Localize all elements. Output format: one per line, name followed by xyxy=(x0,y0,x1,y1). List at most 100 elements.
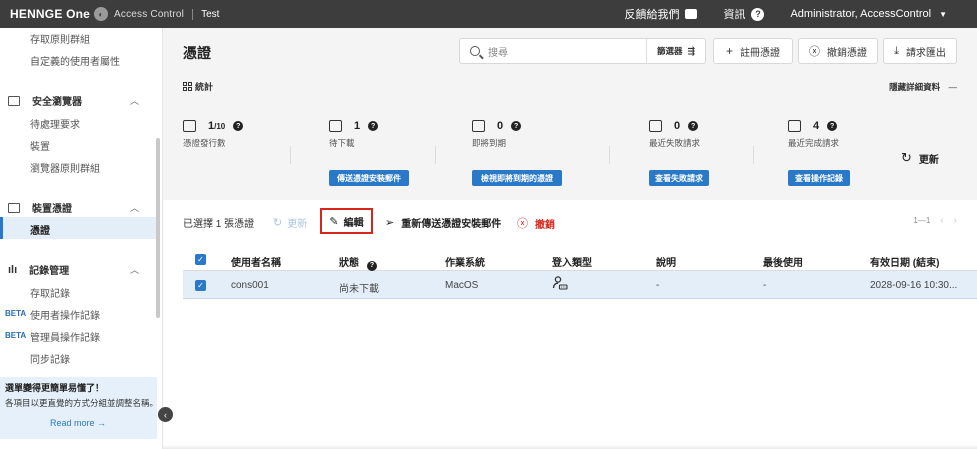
read-more-link[interactable]: Read more → xyxy=(50,418,152,428)
refresh-icon: ↻ xyxy=(273,217,283,229)
sidebar-item-custom-user-attributes[interactable]: 自定義的使用者屬性 xyxy=(30,53,120,68)
user-menu[interactable]: Administrator, AccessControl ▼ xyxy=(790,8,947,20)
sidebar-item-user-operation-logs[interactable]: 使用者操作記錄 xyxy=(30,307,100,322)
stat-expiring-soon: 0 ? 即將到期 檢視即將到期的憑證 xyxy=(472,120,612,186)
cell-status: 尚未下載 xyxy=(339,284,379,295)
stat-label: 最近失敗請求 xyxy=(649,138,701,148)
banner-title: 選單變得更簡單易懂了！ xyxy=(5,383,105,393)
chevron-up-icon: ︿ xyxy=(130,203,140,213)
help-icon[interactable]: ? xyxy=(511,121,522,131)
collapse-sidebar-button[interactable]: ‹ xyxy=(158,407,173,422)
row-checkbox[interactable]: ✓ xyxy=(195,280,206,291)
sidebar-item-pending-requests[interactable]: 待處理要求 xyxy=(30,116,80,131)
search-input[interactable]: 搜尋 篩選器 ⇶ xyxy=(459,38,706,64)
sidebar-item-admin-operation-logs[interactable]: 管理員操作記錄 xyxy=(30,329,100,344)
sidebar-item-devices[interactable]: 裝置 xyxy=(30,138,50,153)
sidebar-item-sync-logs[interactable]: 同步記錄 xyxy=(30,351,70,366)
table-header: ✓ 使用者名稱 狀態? 作業系統 登入類型 說明 最後使用 有效日期 (結束) xyxy=(183,247,977,271)
user-name: Administrator, AccessControl xyxy=(790,8,932,20)
column-status-label: 狀態 xyxy=(339,258,359,269)
column-expiry[interactable]: 有效日期 (結束) xyxy=(870,254,939,269)
download-certificate-icon xyxy=(329,120,342,132)
column-username[interactable]: 使用者名稱 xyxy=(231,254,281,269)
stat-value: 0 xyxy=(674,120,681,132)
stat-label: 待下載 xyxy=(329,138,355,148)
action-bar: 已選擇 1 張憑證 ↻ 更新 ✎ 編輯 ➢ 重新傳送憑證安裝郵件 ⓧ 撤銷 1—… xyxy=(163,208,977,234)
filter-icon: ⇶ xyxy=(687,45,695,56)
info-button[interactable]: 資訊 ? xyxy=(723,6,765,22)
caret-down-icon: ▼ xyxy=(939,9,947,19)
feedback-button[interactable]: 反饋給我們 xyxy=(624,6,698,22)
sidebar-item-access-policy-groups[interactable]: 存取原則群組 xyxy=(30,31,90,46)
sidebar-item-access-logs[interactable]: 存取記錄 xyxy=(30,285,70,300)
beta-badge: BETA xyxy=(5,331,27,340)
divider xyxy=(435,146,436,164)
help-icon[interactable]: ? xyxy=(368,121,379,131)
menu-update-banner: 選單變得更簡單易懂了！ 各項目以更直覺的方式分組並調整名稱。 Read more… xyxy=(0,377,159,439)
sidebar-group-label: 記錄管理 xyxy=(29,266,70,277)
pager-range: 1—1 xyxy=(913,216,931,225)
revoke-button[interactable]: ⓧ 撤銷 xyxy=(517,215,555,231)
revoke-certificate-button[interactable]: ⓧ 撤銷憑證 xyxy=(798,38,878,64)
stat-label: 憑證發行數 xyxy=(183,138,226,148)
sidebar-group-log-management[interactable]: ılı 記錄管理 ︿ xyxy=(8,262,139,278)
edit-button[interactable]: ✎ 編輯 xyxy=(320,208,373,234)
table-row[interactable]: ✓ cons001 尚未下載 MacOS - - 2028-09-16 10:3… xyxy=(183,271,977,299)
hide-details-label: 隱藏詳細資料 xyxy=(889,82,941,92)
view-expiring-button[interactable]: 檢視即將到期的憑證 xyxy=(472,170,562,186)
brand-name: HENNGE One xyxy=(10,7,91,21)
stats-grid-icon xyxy=(183,82,192,91)
chevron-left-icon[interactable]: ‹ xyxy=(940,215,943,226)
stat-pending-download: 1 ? 待下載 傳送憑證安裝郵件 xyxy=(329,120,469,186)
search-icon xyxy=(470,46,480,56)
banner-text: 各項目以更直覺的方式分組並調整名稱。 xyxy=(5,398,159,408)
beta-badge: BETA xyxy=(5,309,27,318)
help-icon[interactable]: ? xyxy=(827,121,838,131)
refresh-list-button[interactable]: ↻ 更新 xyxy=(273,215,307,230)
sidebar-item-certificates[interactable]: 憑證 xyxy=(0,217,156,239)
sidebar-group-label: 安全瀏覽器 xyxy=(32,97,82,108)
sidebar-item-browser-policy-groups[interactable]: 瀏覽器原則群組 xyxy=(30,160,100,175)
column-os[interactable]: 作業系統 xyxy=(445,254,485,269)
plus-icon: + xyxy=(725,44,733,58)
sidebar: 存取原則群組 自定義的使用者屬性 安全瀏覽器 ︿ 待處理要求 裝置 瀏覽器原則群… xyxy=(0,28,163,449)
request-export-button[interactable]: ⤓ 請求匯出 xyxy=(883,38,957,64)
cell-os: MacOS xyxy=(445,280,479,291)
hide-details-toggle[interactable]: 隱藏詳細資料 — xyxy=(889,81,957,93)
chat-icon xyxy=(685,9,698,19)
brand-logo[interactable]: HENNGE One ◐ Access Control xyxy=(0,7,184,21)
help-icon[interactable]: ? xyxy=(233,121,244,131)
register-certificate-button[interactable]: + 註冊憑證 xyxy=(713,38,793,64)
help-icon[interactable]: ? xyxy=(688,121,699,131)
stat-label: 即將到期 xyxy=(472,138,507,148)
resend-install-email-button[interactable]: ➢ 重新傳送憑證安裝郵件 xyxy=(385,215,501,230)
filter-button[interactable]: 篩選器 ⇶ xyxy=(645,38,705,64)
refresh-label: 更新 xyxy=(287,219,308,230)
view-operation-logs-button[interactable]: 查看操作記錄 xyxy=(788,170,850,186)
page-title: 憑證 xyxy=(183,45,211,61)
stat-label: 最近完成請求 xyxy=(788,138,840,148)
button-label: 撤銷憑證 xyxy=(827,47,867,59)
stat-suffix: /10 xyxy=(214,121,226,131)
sidebar-group-device-certificates[interactable]: 裝置憑證 ︿ xyxy=(8,200,139,215)
view-failed-requests-button[interactable]: 查看失敗請求 xyxy=(649,170,709,186)
send-install-email-button[interactable]: 傳送憑證安裝郵件 xyxy=(329,170,409,186)
feedback-label: 反饋給我們 xyxy=(624,9,680,21)
search-placeholder: 搜尋 xyxy=(488,47,508,59)
refresh-stats-button[interactable]: ↻ 更新 xyxy=(901,150,939,166)
send-icon: ➢ xyxy=(385,217,395,229)
brand-product: Access Control xyxy=(114,8,185,20)
column-status[interactable]: 狀態? xyxy=(339,254,377,271)
column-login-type[interactable]: 登入類型 xyxy=(552,254,592,269)
column-description[interactable]: 說明 xyxy=(656,254,676,269)
sidebar-group-secure-browser[interactable]: 安全瀏覽器 ︿ xyxy=(8,93,139,108)
help-icon[interactable]: ? xyxy=(367,260,377,271)
sidebar-scrollbar[interactable] xyxy=(156,138,160,318)
pagination: 1—1 ‹ › xyxy=(913,215,957,226)
circle-x-icon: ⓧ xyxy=(809,46,820,58)
bottom-shadow xyxy=(163,445,977,449)
column-last-used[interactable]: 最後使用 xyxy=(763,254,803,269)
stat-issued: 1 /10 ? 憑證發行數 xyxy=(183,120,323,180)
chevron-right-icon[interactable]: › xyxy=(954,215,957,226)
select-all-checkbox[interactable]: ✓ xyxy=(195,254,206,265)
